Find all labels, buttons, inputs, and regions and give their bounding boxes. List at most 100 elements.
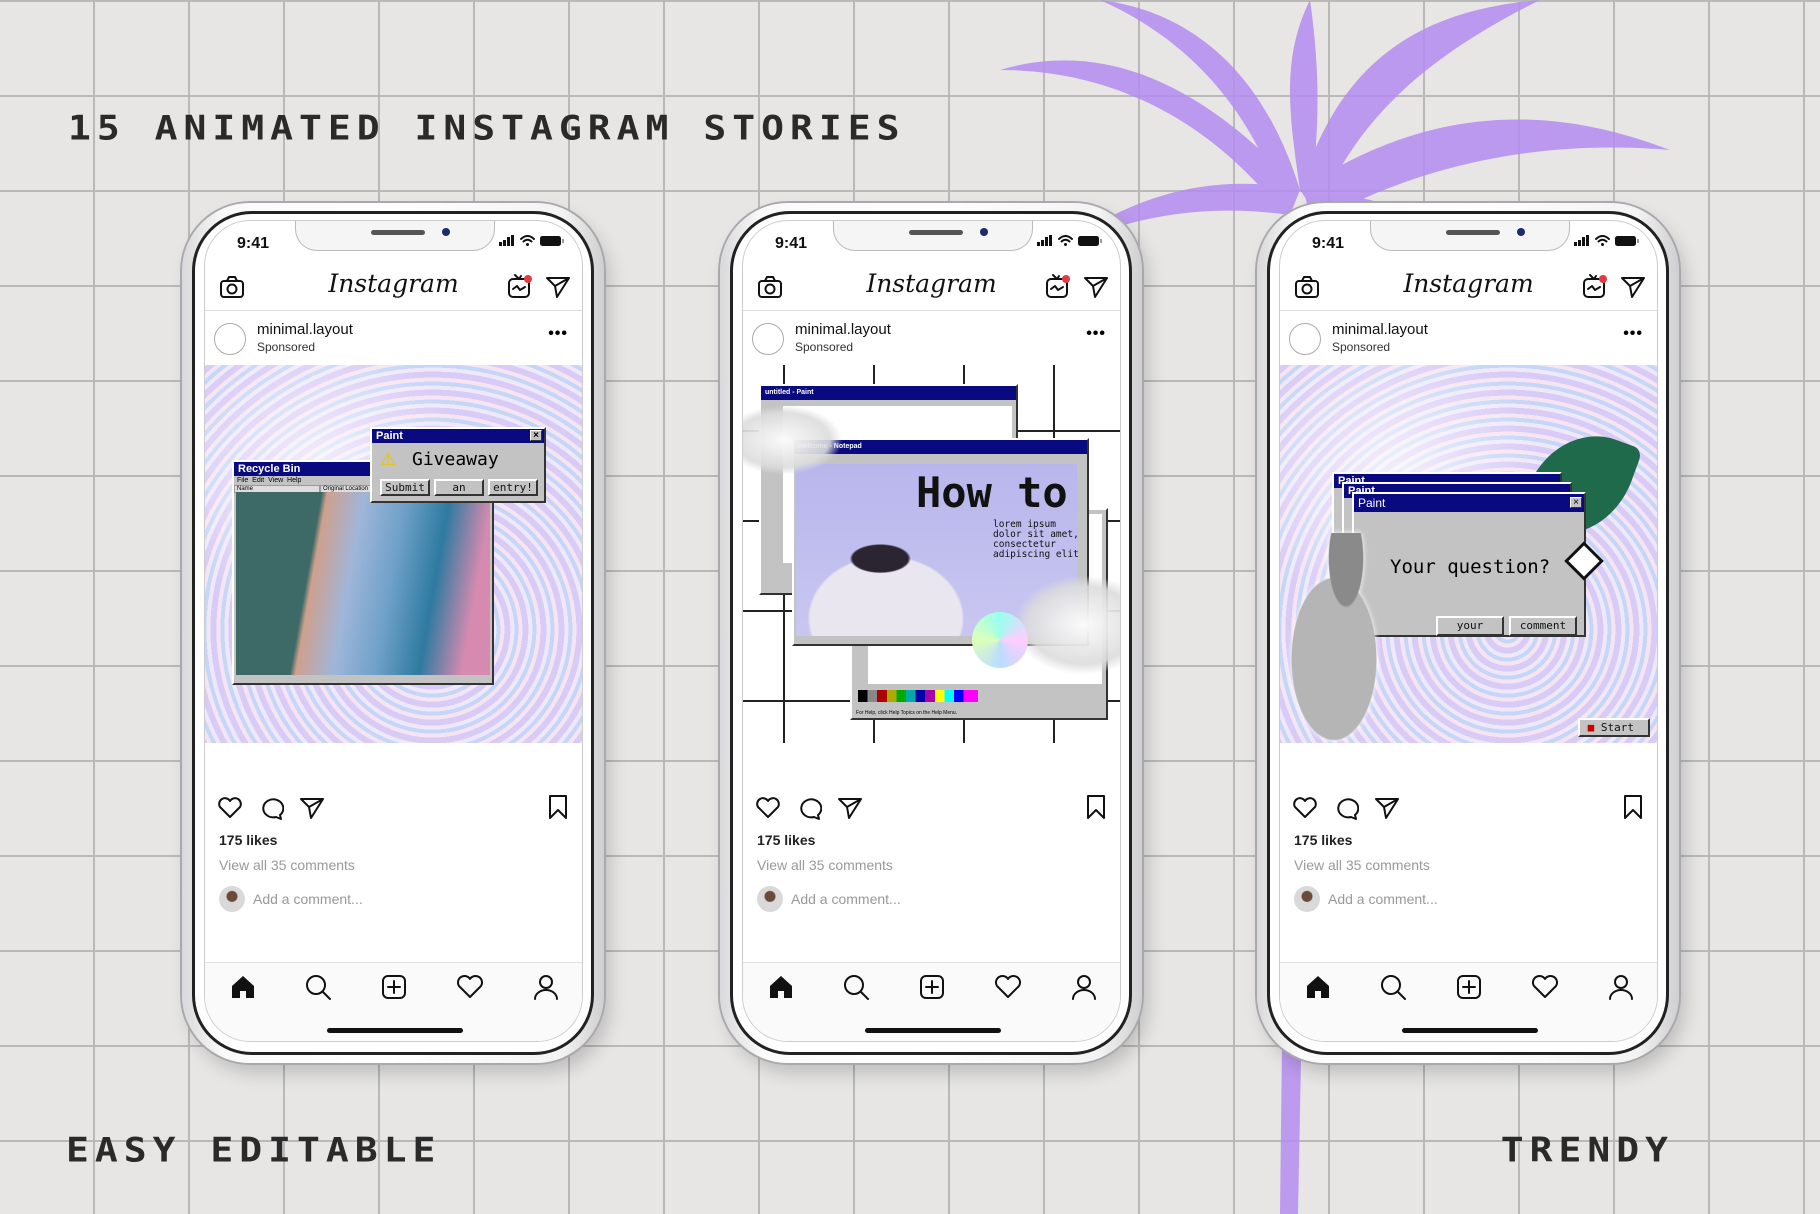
- footer-right-caption: TRENDY: [1500, 1130, 1674, 1170]
- dialog-button[interactable]: your: [1436, 616, 1504, 636]
- dialog-text: Your question?: [1390, 556, 1551, 578]
- activity-heart-icon[interactable]: [456, 973, 484, 1001]
- avatar[interactable]: [1289, 323, 1321, 355]
- instagram-screen: 9:41 Instagram minimal.layout Sponsored …: [1279, 220, 1658, 1042]
- signal-icon: [1574, 235, 1589, 246]
- post-body: lorem ipsum dolor sit amet, consectetur …: [993, 519, 1079, 560]
- instagram-screen: 9:41 Instagram minimal.layout Sponsored …: [204, 220, 583, 1042]
- igtv-icon[interactable]: [1045, 273, 1071, 299]
- signal-icon: [499, 235, 514, 246]
- add-comment-placeholder: Add a comment...: [1328, 891, 1438, 907]
- home-icon[interactable]: [767, 973, 795, 1001]
- battery-icon: [1615, 236, 1639, 246]
- igtv-icon[interactable]: [1582, 273, 1608, 299]
- dialog-text: Giveaway: [412, 449, 499, 470]
- color-palette: [858, 690, 978, 702]
- like-icon[interactable]: [217, 796, 243, 820]
- dialog-button[interactable]: Submit: [380, 479, 430, 496]
- status-time: 9:41: [1312, 235, 1345, 252]
- direct-message-icon[interactable]: [545, 275, 571, 299]
- add-comment-field[interactable]: Add a comment...: [757, 886, 901, 912]
- new-post-icon[interactable]: [380, 973, 408, 1001]
- dialog-button[interactable]: comment: [1509, 616, 1577, 636]
- sponsored-label: Sponsored: [1332, 340, 1391, 354]
- more-options-icon[interactable]: •••: [1086, 325, 1106, 343]
- wifi-icon: [1058, 235, 1073, 246]
- username[interactable]: minimal.layout: [795, 321, 891, 338]
- new-post-icon[interactable]: [918, 973, 946, 1001]
- status-time: 9:41: [775, 235, 808, 252]
- view-comments-link[interactable]: View all 35 comments: [1294, 857, 1430, 873]
- home-icon[interactable]: [1304, 973, 1332, 1001]
- post-header: minimal.layout Sponsored •••: [743, 311, 1120, 365]
- bottom-nav: [205, 962, 582, 1041]
- new-post-icon[interactable]: [1455, 973, 1483, 1001]
- wifi-icon: [1595, 235, 1610, 246]
- likes-count: 175 likes: [1294, 832, 1353, 848]
- post-image[interactable]: untitled - Paint For Help, click Help To…: [743, 365, 1120, 743]
- home-indicator[interactable]: [865, 1028, 1001, 1033]
- home-icon[interactable]: [229, 973, 257, 1001]
- dialog-title: Paint: [1358, 496, 1386, 510]
- photo: [236, 492, 490, 675]
- search-icon[interactable]: [1379, 973, 1407, 1001]
- close-icon[interactable]: ×: [1570, 497, 1582, 508]
- bookmark-icon[interactable]: [1085, 794, 1107, 820]
- wifi-icon: [520, 235, 535, 246]
- share-icon[interactable]: [299, 796, 325, 820]
- profile-icon[interactable]: [532, 973, 560, 1001]
- activity-heart-icon[interactable]: [1531, 973, 1559, 1001]
- notch: [295, 221, 495, 251]
- phone-mockup: 9:41 Instagram minimal.layout Sponsored …: [182, 203, 604, 1063]
- post-image[interactable]: Recycle Bin File Edit View Help Name Orig…: [205, 365, 582, 743]
- direct-message-icon[interactable]: [1620, 275, 1646, 299]
- paint-dialog: Paint × ⚠ Giveaway Submit an entry!: [370, 427, 546, 503]
- post-image[interactable]: Paint Paint Paint × Your question? your co…: [1280, 365, 1657, 743]
- more-options-icon[interactable]: •••: [1623, 325, 1643, 343]
- like-icon[interactable]: [755, 796, 781, 820]
- post-header: minimal.layout Sponsored •••: [1280, 311, 1657, 365]
- avatar[interactable]: [214, 323, 246, 355]
- like-icon[interactable]: [1292, 796, 1318, 820]
- notch: [1370, 221, 1570, 251]
- bookmark-icon[interactable]: [1622, 794, 1644, 820]
- search-icon[interactable]: [842, 973, 870, 1001]
- direct-message-icon[interactable]: [1083, 275, 1109, 299]
- start-label: Start: [1600, 721, 1634, 734]
- close-icon[interactable]: ×: [530, 430, 542, 441]
- home-indicator[interactable]: [327, 1028, 463, 1033]
- status-text: For Help, click Help Topics on the Help …: [856, 710, 958, 716]
- add-comment-field[interactable]: Add a comment...: [219, 886, 363, 912]
- username[interactable]: minimal.layout: [1332, 321, 1428, 338]
- likes-count: 175 likes: [219, 832, 278, 848]
- igtv-icon[interactable]: [507, 273, 533, 299]
- post-header: minimal.layout Sponsored •••: [205, 311, 582, 365]
- bookmark-icon[interactable]: [547, 794, 569, 820]
- profile-icon[interactable]: [1607, 973, 1635, 1001]
- avatar[interactable]: [752, 323, 784, 355]
- more-options-icon[interactable]: •••: [548, 325, 568, 343]
- comment-icon[interactable]: [796, 796, 822, 822]
- add-comment-field[interactable]: Add a comment...: [1294, 886, 1438, 912]
- home-indicator[interactable]: [1402, 1028, 1538, 1033]
- search-icon[interactable]: [304, 973, 332, 1001]
- username[interactable]: minimal.layout: [257, 321, 353, 338]
- comment-icon[interactable]: [258, 796, 284, 822]
- bottom-nav: [743, 962, 1120, 1041]
- activity-heart-icon[interactable]: [994, 973, 1022, 1001]
- likes-count: 175 likes: [757, 832, 816, 848]
- signal-icon: [1037, 235, 1052, 246]
- share-icon[interactable]: [1374, 796, 1400, 820]
- share-icon[interactable]: [837, 796, 863, 820]
- dialog-button[interactable]: an: [434, 479, 484, 496]
- statue: [1280, 533, 1400, 743]
- comment-icon[interactable]: [1333, 796, 1359, 822]
- holographic-sphere: [972, 612, 1028, 668]
- dialog-button[interactable]: entry!: [488, 479, 538, 496]
- add-comment-placeholder: Add a comment...: [253, 891, 363, 907]
- view-comments-link[interactable]: View all 35 comments: [757, 857, 893, 873]
- start-button[interactable]: ■ Start: [1578, 718, 1650, 737]
- view-comments-link[interactable]: View all 35 comments: [219, 857, 355, 873]
- window-title: untitled - Paint: [761, 386, 1016, 400]
- profile-icon[interactable]: [1070, 973, 1098, 1001]
